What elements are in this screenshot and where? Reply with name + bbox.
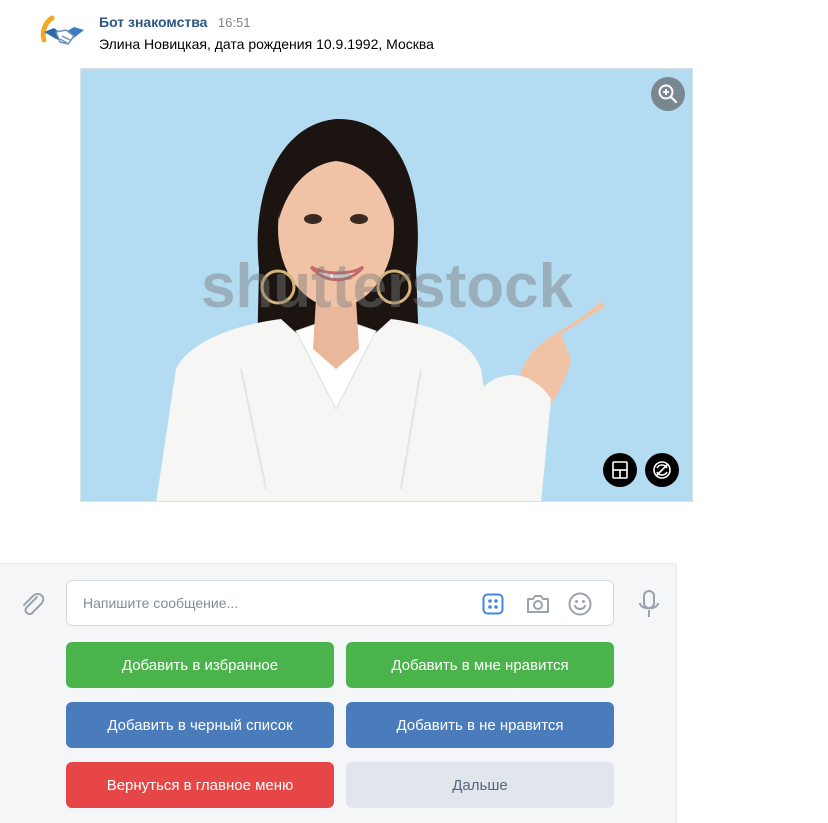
add-dislike-button[interactable]: Добавить в не нравится <box>346 702 614 748</box>
photo-image: shutterstock <box>81 69 692 501</box>
attach-button[interactable] <box>16 588 48 620</box>
emoji-button[interactable] <box>566 590 594 618</box>
scan-button[interactable] <box>603 453 637 487</box>
sender-name[interactable]: Бот знакомства <box>99 14 207 30</box>
chat-message: Бот знакомства 16:51 Элина Новицкая, дат… <box>40 10 700 505</box>
no-rotate-icon <box>653 461 671 479</box>
message-header: Бот знакомства 16:51 <box>99 14 250 32</box>
message-text: Элина Новицкая, дата рождения 10.9.1992,… <box>99 36 434 52</box>
message-input[interactable] <box>67 581 467 625</box>
camera-icon <box>527 595 549 613</box>
keyboard-icon <box>482 593 504 615</box>
add-blacklist-button[interactable]: Добавить в черный список <box>66 702 334 748</box>
scan-icon <box>612 461 628 479</box>
watermark-text: shutterstock <box>201 252 574 321</box>
add-like-button[interactable]: Добавить в мне нравится <box>346 642 614 688</box>
paperclip-icon <box>23 592 45 616</box>
message-time[interactable]: 16:51 <box>218 15 251 30</box>
no-rotate-button[interactable] <box>645 453 679 487</box>
zoom-in-icon <box>658 84 678 104</box>
add-favorite-button[interactable]: Добавить в избранное <box>66 642 334 688</box>
back-to-main-menu-button[interactable]: Вернуться в главное меню <box>66 762 334 808</box>
handshake-icon <box>40 15 84 45</box>
smile-icon <box>568 592 592 616</box>
voice-message-button[interactable] <box>634 588 664 620</box>
message-input-container <box>66 580 614 626</box>
microphone-icon <box>639 590 659 617</box>
message-composer: Добавить в избранное Добавить в мне нрав… <box>0 563 677 823</box>
bot-keyboard-button[interactable] <box>479 590 507 618</box>
profile-photo[interactable]: shutterstock <box>80 68 693 502</box>
bot-avatar[interactable] <box>40 10 88 58</box>
camera-button[interactable] <box>524 590 552 618</box>
next-button[interactable]: Дальше <box>346 762 614 808</box>
zoom-in-button[interactable] <box>651 77 685 111</box>
